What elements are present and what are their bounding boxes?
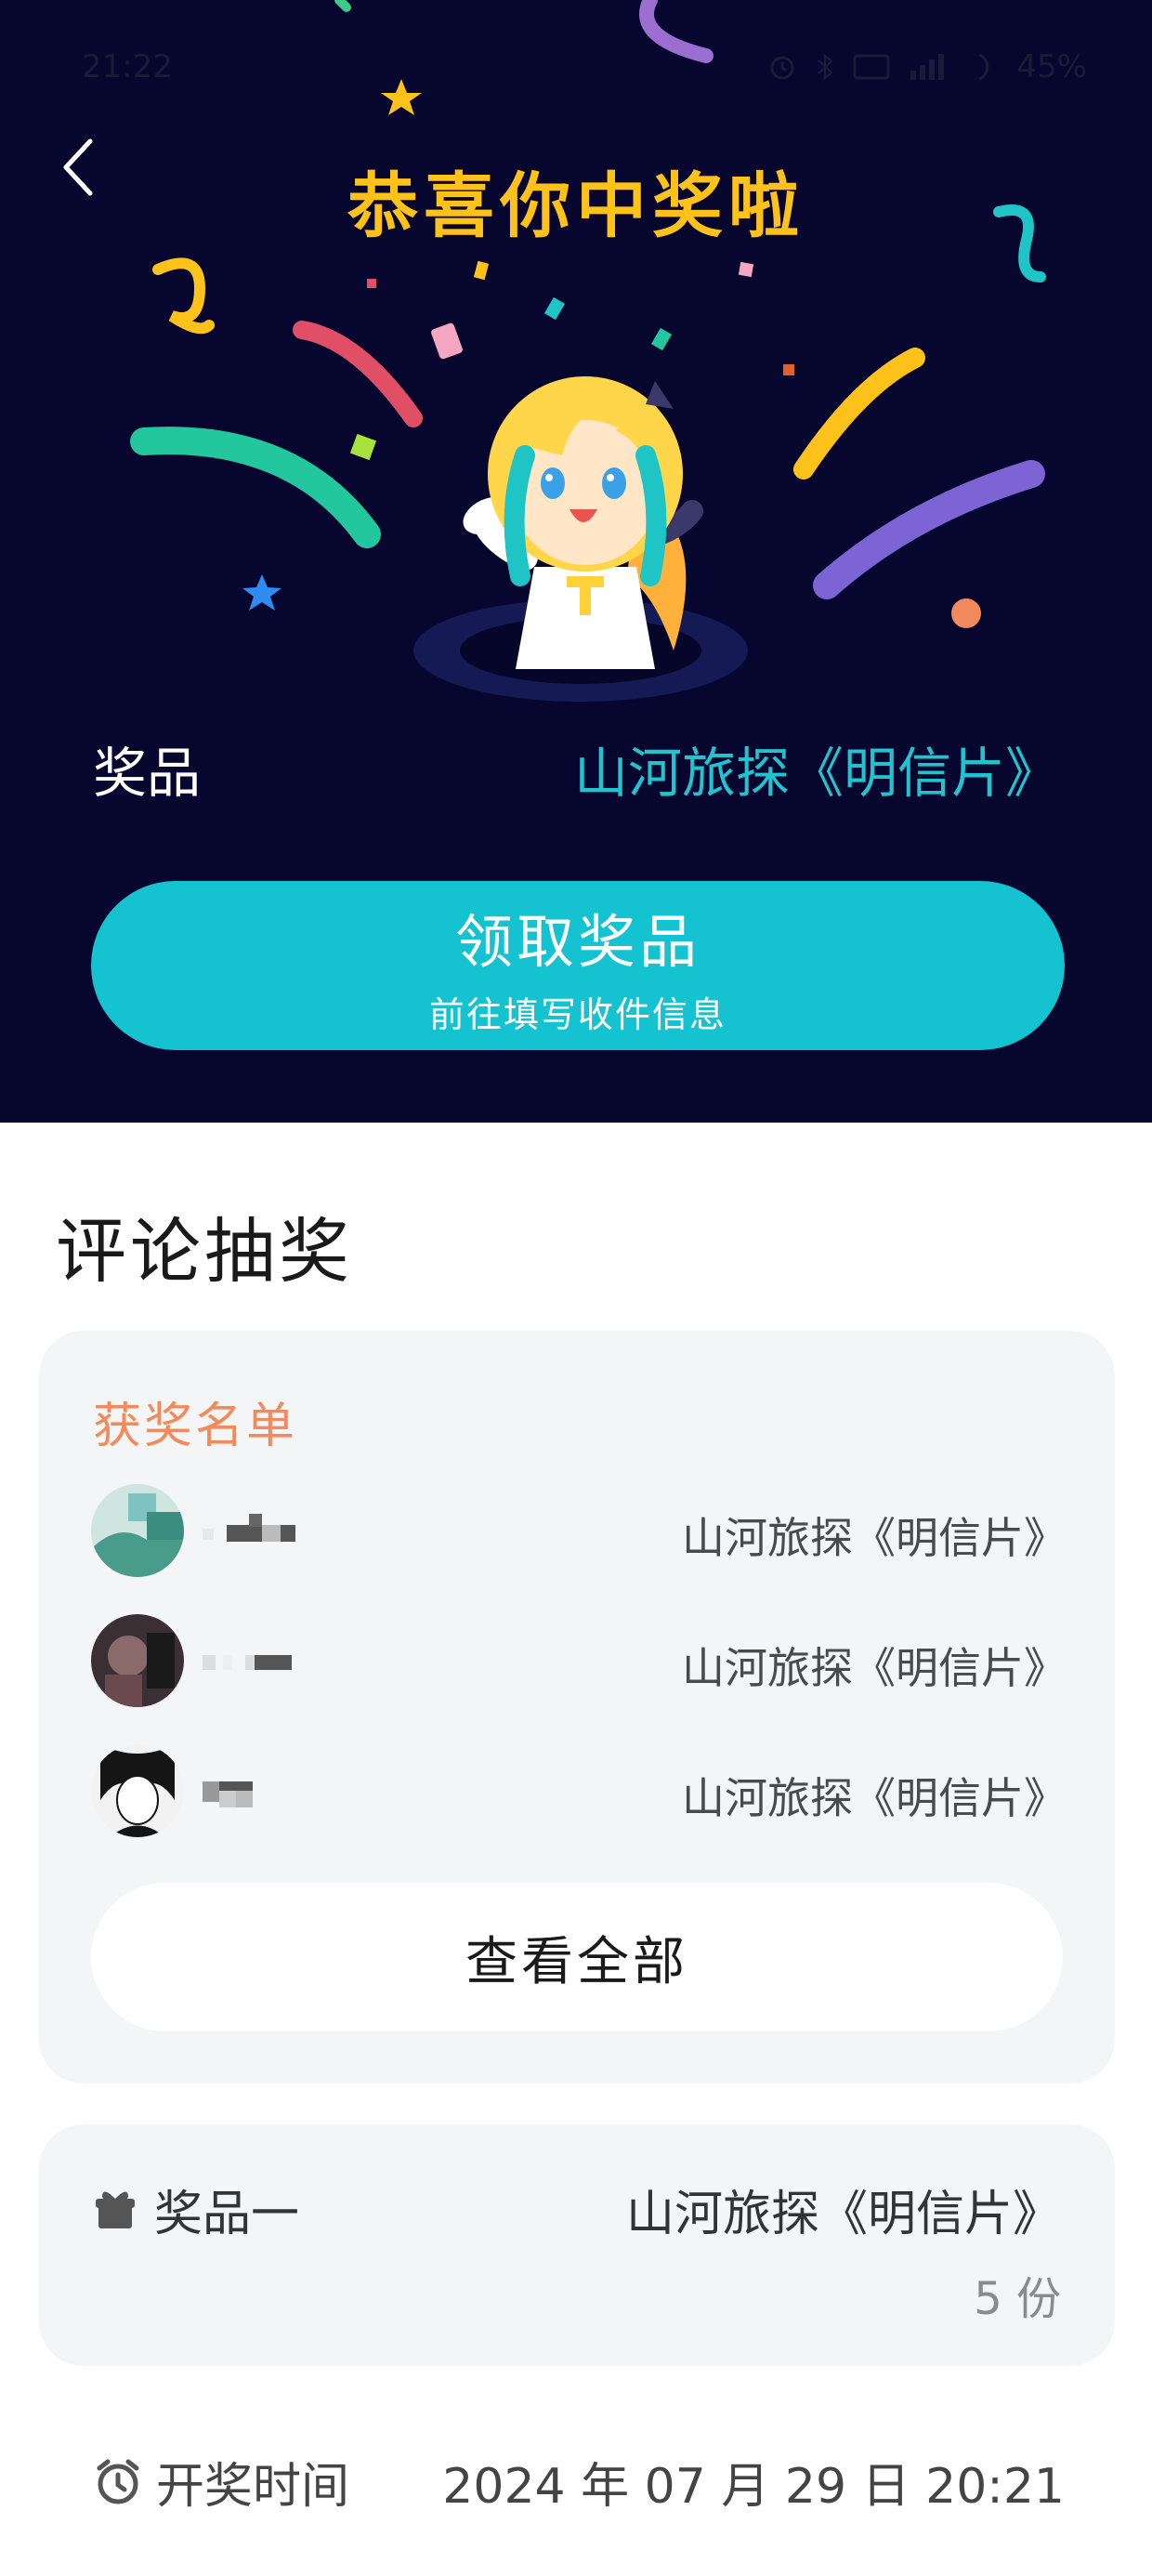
section-title: 评论抽奖 [56, 1210, 353, 1293]
winner-row[interactable]: 山河旅探《明信片》 [91, 1614, 1067, 1707]
winners-card: 获奖名单 山河旅探《明信片》 山河旅探《明信片》 山河旅探《明信片》 查看全部 [39, 1331, 1115, 2083]
winner-row[interactable]: 山河旅探《明信片》 [91, 1744, 1067, 1837]
claim-button-sublabel: 前往填写收件信息 [428, 993, 727, 1035]
prize-item-value: 山河旅探《明信片》 [625, 2187, 1061, 2242]
prize-item-header: 奖品一 [93, 2175, 299, 2244]
hd-icon [853, 54, 890, 80]
masked-username [203, 1655, 292, 1670]
claim-prize-button[interactable]: 领取奖品 前往填写收件信息 [91, 881, 1065, 1050]
winner-prize: 山河旅探《明信片》 [682, 1513, 1067, 1563]
alarm-clock-icon [97, 2459, 139, 2504]
avatar [91, 1744, 184, 1837]
view-all-button[interactable]: 查看全部 [91, 1883, 1063, 2031]
prize-item-label: 奖品一 [154, 2187, 300, 2242]
bluetooth-icon [818, 53, 834, 81]
signal-icon [910, 54, 945, 80]
prize-label: 奖品 [93, 742, 202, 805]
status-time: 21:22 [82, 48, 173, 85]
hero-banner: 21:22 45% 恭喜你中奖啦 奖品 山河旅探《明信片》 领取奖品 前往填写收… [0, 0, 1152, 1123]
avatar [91, 1614, 184, 1707]
prize-value: 山河旅探《明信片》 [573, 742, 1059, 805]
winners-title: 获奖名单 [93, 1399, 298, 1454]
draw-time-value: 2024 年 07 月 29 日 20:21 [442, 2459, 1065, 2515]
winner-prize: 山河旅探《明信片》 [682, 1643, 1067, 1693]
status-icons: 45% [767, 48, 1087, 85]
mascot-illustration [413, 376, 748, 702]
prize-info-card: 奖品一 山河旅探《明信片》 5 份 [39, 2124, 1115, 2366]
winner-prize: 山河旅探《明信片》 [682, 1773, 1067, 1823]
draw-time-header: 开奖时间 [93, 2447, 349, 2517]
masked-username [203, 1781, 253, 1807]
congrats-title: 恭喜你中奖啦 [347, 164, 805, 247]
status-bar: 21:22 45% [0, 37, 1152, 102]
draw-time-row: 开奖时间 2024 年 07 月 29 日 20:21 [93, 2439, 1065, 2517]
claim-button-label: 领取奖品 [454, 907, 700, 976]
gift-icon [96, 2190, 135, 2228]
prize-item-count: 5 份 [974, 2273, 1061, 2325]
alarm-icon [770, 56, 794, 80]
avatar [91, 1484, 184, 1577]
masked-username [203, 1514, 295, 1542]
battery-icon [978, 53, 989, 81]
winner-row[interactable]: 山河旅探《明信片》 [91, 1484, 1067, 1577]
battery-percent: 45% [1016, 48, 1087, 85]
draw-time-label: 开奖时间 [156, 2459, 350, 2515]
